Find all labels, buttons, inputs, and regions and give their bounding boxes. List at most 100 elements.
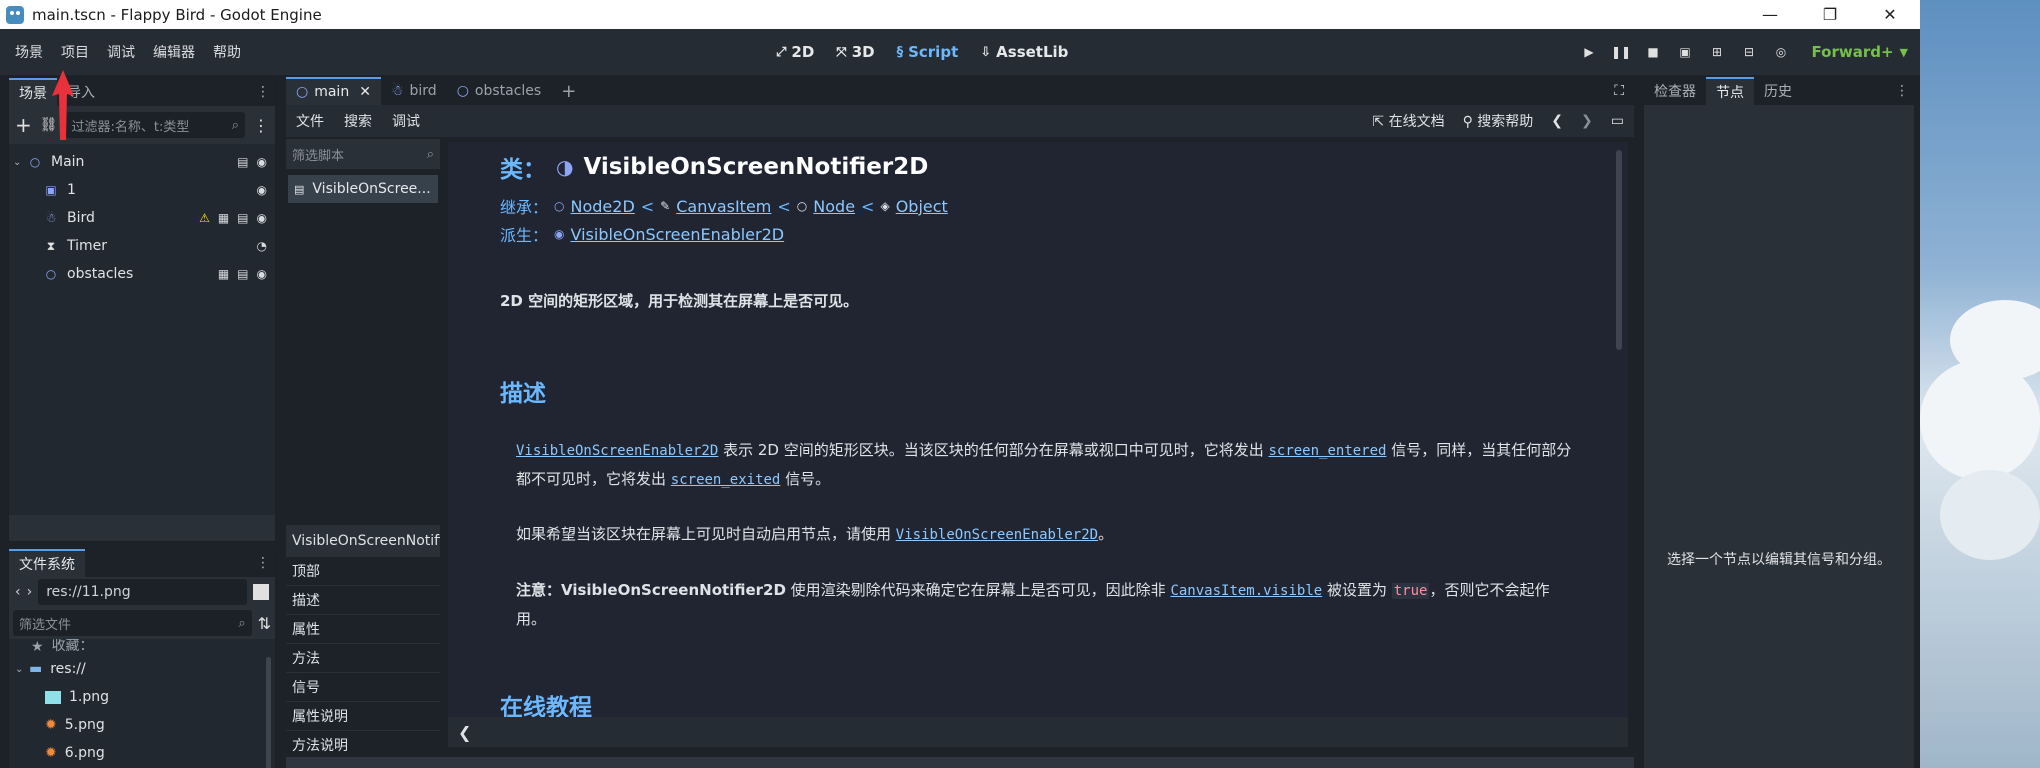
play-icon[interactable]: ▶ <box>1580 43 1598 61</box>
property-link[interactable]: CanvasItem.visible <box>1170 583 1322 599</box>
menu-help[interactable]: 帮助 <box>204 42 250 62</box>
file-item[interactable]: 1.png <box>9 683 275 711</box>
mode-script-button[interactable]: § Script <box>897 43 959 61</box>
inherits-link[interactable]: Node <box>813 197 855 216</box>
visibility-icon[interactable]: ◉ <box>257 267 267 281</box>
tab-scene[interactable]: 场景 <box>9 78 57 106</box>
signal-icon[interactable]: ◔ <box>257 239 267 253</box>
tab-obstacles[interactable]: ○ obstacles <box>447 77 552 105</box>
script-icon[interactable]: ▤ <box>237 211 248 225</box>
outline-item-methods[interactable]: 方法 <box>286 644 440 673</box>
fullscreen-icon[interactable]: ⛶ <box>1614 83 1624 99</box>
dock-menu-icon[interactable]: ⋮ <box>1895 83 1909 99</box>
derived-link[interactable]: VisibleOnScreenEnabler2D <box>571 225 785 244</box>
path-input[interactable]: res://11.png <box>38 579 247 605</box>
tab-inspector[interactable]: 检查器 <box>1644 77 1706 105</box>
mode-2d-button[interactable]: ⤢ 2D <box>776 43 814 61</box>
mode-2d-label: 2D <box>791 43 815 61</box>
script-icon[interactable]: ▤ <box>237 267 248 281</box>
script-item-label: VisibleOnScree... <box>312 181 431 197</box>
tab-filesystem[interactable]: 文件系统 <box>9 549 85 577</box>
online-docs-button[interactable]: ⇱ 在线文档 <box>1372 111 1444 131</box>
chevron-down-icon[interactable]: ⌄ <box>13 157 27 168</box>
chevron-down-icon[interactable]: ⌄ <box>15 664 29 675</box>
forward-icon[interactable]: › <box>27 584 33 600</box>
file-item[interactable]: ✹ 6.png <box>9 739 275 767</box>
script-menu-search[interactable]: 搜索 <box>334 111 382 131</box>
play-scene-icon[interactable]: ⊞ <box>1708 43 1726 61</box>
mode-assetlib-button[interactable]: ⇩ AssetLib <box>980 43 1068 61</box>
menu-debug[interactable]: 调试 <box>98 42 144 62</box>
script-icon[interactable]: ▤ <box>237 155 248 169</box>
menu-editor[interactable]: 编辑器 <box>144 42 204 62</box>
tree-node-bird[interactable]: ☃ Bird ⚠ ▦ ▤ ◉ <box>9 204 275 232</box>
remote-debug-icon[interactable]: ▣ <box>1676 43 1694 61</box>
tab-main[interactable]: ○ main ✕ <box>286 77 381 105</box>
folder-res[interactable]: ⌄ ▬ res:// <box>9 655 275 683</box>
clapper-icon[interactable]: ▦ <box>218 211 229 225</box>
kebab-icon[interactable]: ⋮ <box>253 116 269 135</box>
favorites-item[interactable]: ★ 收藏： <box>9 639 275 655</box>
sort-icon[interactable]: ⇅ <box>258 614 271 633</box>
close-icon[interactable]: ✕ <box>359 84 371 100</box>
image-file-icon: ✹ <box>45 717 57 733</box>
pause-icon[interactable]: ❚❚ <box>1611 43 1631 61</box>
movie-maker-icon[interactable]: ◎ <box>1772 43 1790 61</box>
tab-bird[interactable]: ☃ bird <box>381 77 447 105</box>
add-tab-button[interactable]: + <box>551 77 586 105</box>
outline-item-properties[interactable]: 属性 <box>286 615 440 644</box>
script-menu-debug[interactable]: 调试 <box>382 111 430 131</box>
script-list-item[interactable]: ▤ VisibleOnScree... <box>288 175 438 203</box>
menu-project[interactable]: 项目 <box>52 42 98 62</box>
add-node-icon[interactable]: + <box>15 113 32 137</box>
warning-icon[interactable]: ⚠ <box>199 211 210 225</box>
file-item[interactable]: ✹ 5.png <box>9 711 275 739</box>
inherits-link[interactable]: CanvasItem <box>676 197 771 216</box>
outline-item-top[interactable]: 顶部 <box>286 557 440 586</box>
visibility-icon[interactable]: ◉ <box>257 155 267 169</box>
doc-scrollbar[interactable] <box>1616 150 1622 350</box>
minimize-button[interactable]: — <box>1740 0 1800 29</box>
visibility-icon[interactable]: ◉ <box>257 183 267 197</box>
signal-link[interactable]: screen_entered <box>1268 443 1386 459</box>
stop-icon[interactable]: ■ <box>1644 43 1662 61</box>
tab-node[interactable]: 节点 <box>1706 77 1754 105</box>
clapper-icon[interactable]: ▦ <box>218 267 229 281</box>
play-custom-scene-icon[interactable]: ⊟ <box>1740 43 1758 61</box>
close-button[interactable]: ✕ <box>1860 0 1920 29</box>
script-menu-file[interactable]: 文件 <box>286 111 334 131</box>
outline-item-signals[interactable]: 信号 <box>286 673 440 702</box>
menu-scene[interactable]: 场景 <box>6 42 52 62</box>
outline-item-description[interactable]: 描述 <box>286 586 440 615</box>
scene-filter-input[interactable]: 过滤器:名称、t:类型 ⌕ <box>65 112 245 138</box>
tree-node-timer[interactable]: ⧗ Timer ◔ <box>9 232 275 260</box>
outline-item-property-descriptions[interactable]: 属性说明 <box>286 702 440 731</box>
outline-item-method-descriptions[interactable]: 方法说明 <box>286 731 440 760</box>
collapse-left-icon[interactable]: ❮ <box>458 723 471 742</box>
renderer-selector[interactable]: Forward+ ▼ <box>1812 29 1909 75</box>
visibility-icon[interactable]: ◉ <box>257 211 267 225</box>
script-filter-input[interactable]: 筛选脚本 ⌕ <box>286 139 440 169</box>
dock-menu-icon[interactable]: ⋮ <box>256 84 270 100</box>
dock-menu-icon[interactable]: ⋮ <box>256 555 270 571</box>
split-view-icon[interactable] <box>253 584 269 600</box>
class-link[interactable]: VisibleOnScreenEnabler2D <box>896 527 1098 543</box>
inherits-link[interactable]: Node2D <box>571 197 635 216</box>
back-icon[interactable]: ❮ <box>1551 113 1563 129</box>
mode-3d-button[interactable]: ⤧ 3D <box>836 43 874 61</box>
tree-node-obstacles[interactable]: ○ obstacles ▦ ▤ ◉ <box>9 260 275 288</box>
class-link[interactable]: VisibleOnScreenEnabler2D <box>516 443 718 459</box>
search-help-button[interactable]: ⚲ 搜索帮助 <box>1463 111 1534 131</box>
tree-node-main[interactable]: ⌄ ○ Main ▤ ◉ <box>9 148 275 176</box>
maximize-button[interactable]: ❐ <box>1800 0 1860 29</box>
signal-link[interactable]: screen_exited <box>671 472 781 488</box>
inherits-link[interactable]: Object <box>896 197 948 216</box>
tab-label: bird <box>409 83 437 99</box>
forward-icon[interactable]: ❯ <box>1581 113 1593 129</box>
back-icon[interactable]: ‹ <box>15 584 21 600</box>
scrollbar[interactable] <box>266 657 271 768</box>
toggle-panel-icon[interactable]: ▭ <box>1611 113 1624 129</box>
tree-node-1[interactable]: ▣ 1 ◉ <box>9 176 275 204</box>
tab-history[interactable]: 历史 <box>1754 77 1802 105</box>
file-filter-input[interactable]: 筛选文件 ⌕ <box>13 610 252 636</box>
